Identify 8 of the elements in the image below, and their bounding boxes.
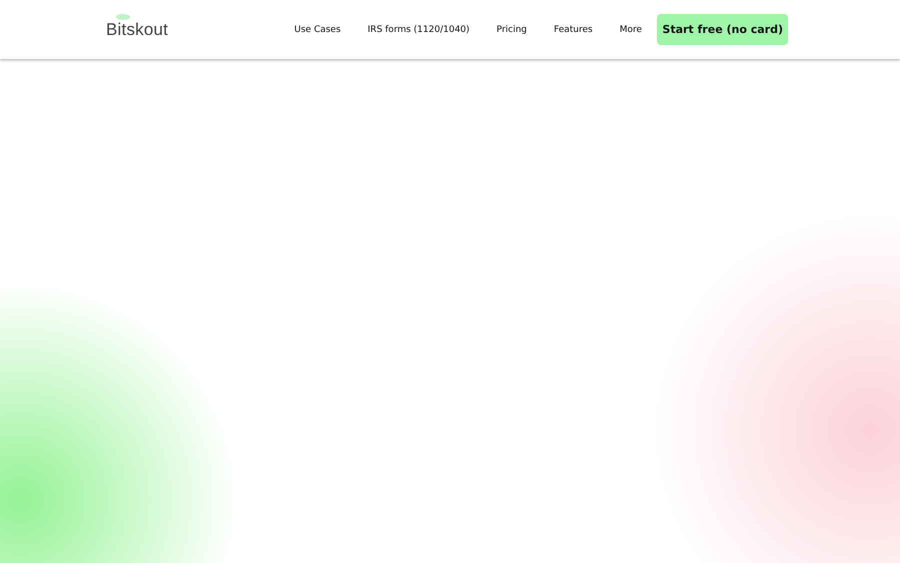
nav-link[interactable]: IRS forms (1120/1040) [354, 24, 484, 34]
nav-link[interactable]: More [606, 24, 656, 34]
logo[interactable]: Bitskout [106, 14, 168, 40]
nav-link[interactable]: Features [540, 24, 606, 34]
leaf-icon [116, 14, 130, 20]
nav-link[interactable]: Pricing [483, 24, 540, 34]
nav-link[interactable]: Use Cases [280, 24, 354, 34]
start-free-button[interactable]: Start free (no card) [657, 14, 788, 45]
